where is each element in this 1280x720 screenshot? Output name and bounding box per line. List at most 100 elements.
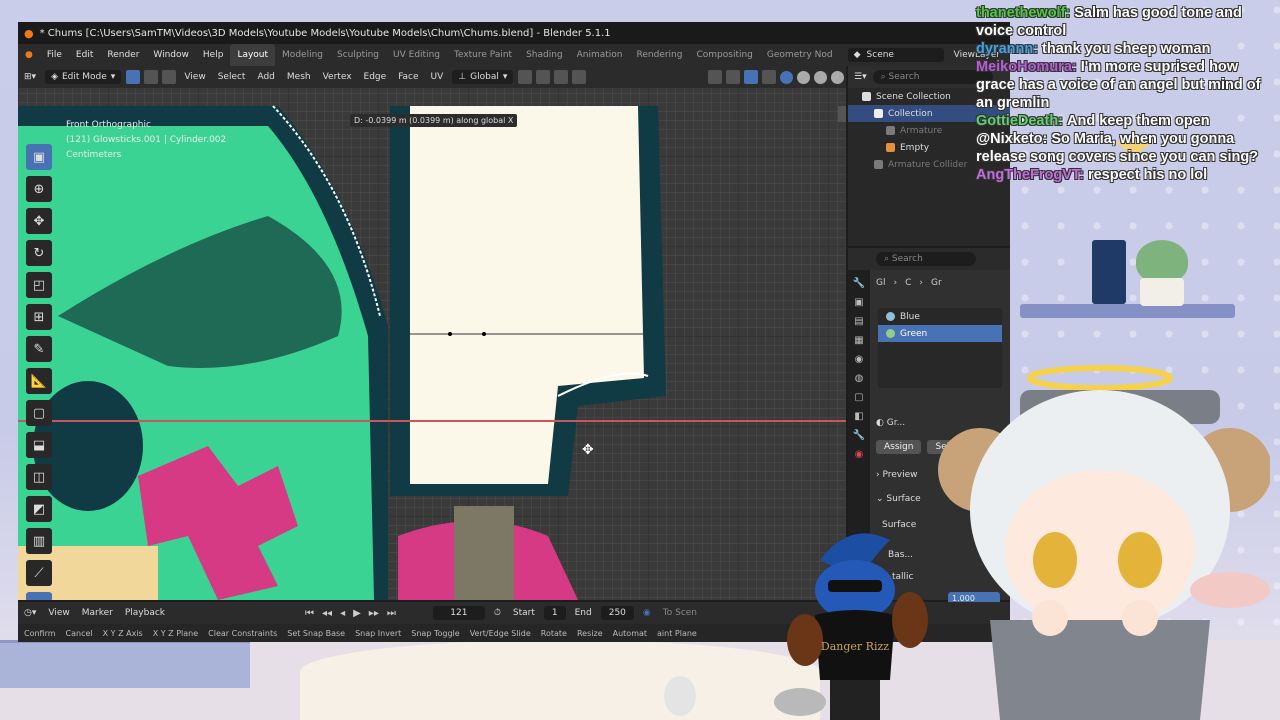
pivot-icon[interactable] <box>518 70 533 84</box>
measure-icon[interactable]: 📐 <box>26 368 52 394</box>
next-keyframe-icon[interactable]: ▸▸ <box>365 608 383 619</box>
menu-render[interactable]: Render <box>100 44 146 66</box>
timeline-menu-playback[interactable]: Playback <box>119 608 171 618</box>
tab-texture-paint[interactable]: Texture Paint <box>447 44 519 66</box>
xray-icon[interactable] <box>762 70 776 84</box>
tool-tab-icon[interactable]: 🔧 <box>853 278 865 289</box>
outliner-editor-icon[interactable]: ☰▾ <box>854 72 867 82</box>
menu-uv[interactable]: UV <box>425 66 450 88</box>
tab-animation[interactable]: Animation <box>570 44 630 66</box>
tab-compositing[interactable]: Compositing <box>689 44 759 66</box>
hand-left <box>1032 600 1068 636</box>
view-layer-tab-icon[interactable]: ▦ <box>854 335 863 346</box>
menu-file[interactable]: File <box>40 44 69 66</box>
chat-message: MeikoHomura: I'm more suprised how grace … <box>976 59 1261 111</box>
object-tab-icon[interactable]: ◧ <box>854 411 863 422</box>
collection-tab-icon[interactable]: ▢ <box>854 392 863 403</box>
scene-tab-icon[interactable]: ◉ <box>855 354 864 365</box>
menu-add[interactable]: Add <box>251 66 280 88</box>
scale-icon[interactable]: ◰ <box>26 272 52 298</box>
jump-start-icon[interactable]: ⏮ <box>301 608 318 619</box>
select-box-icon[interactable]: ▣ <box>26 144 52 170</box>
current-frame-field[interactable]: 121 <box>432 606 485 620</box>
outliner-search[interactable]: ⌕ Search <box>872 70 993 84</box>
overlay-icon[interactable] <box>744 70 758 84</box>
tab-shading[interactable]: Shading <box>519 44 570 66</box>
output-tab-icon[interactable]: ▤ <box>854 316 863 327</box>
menu-face[interactable]: Face <box>392 66 424 88</box>
modifier-tab-icon[interactable]: 🔧 <box>853 430 865 441</box>
scene-selector[interactable]: ◆ Scene <box>847 48 944 62</box>
assign-button[interactable]: Assign <box>876 440 922 454</box>
orientation-label: Global <box>470 72 499 82</box>
move-icon[interactable]: ✥ <box>26 208 52 234</box>
knife-icon[interactable]: ⟋ <box>26 560 52 586</box>
tab-modeling[interactable]: Modeling <box>275 44 330 66</box>
cursor-icon[interactable]: ⊕ <box>26 176 52 202</box>
extrude-icon[interactable]: ⬓ <box>26 432 52 458</box>
transform-icon[interactable]: ⊞ <box>26 304 52 330</box>
3d-viewport[interactable]: ⊞▾ ◈ Edit Mode ▾ View Select Add Mesh Ver… <box>18 66 846 600</box>
loop-cut-icon[interactable]: ▥ <box>26 528 52 554</box>
menu-select[interactable]: Select <box>212 66 252 88</box>
menu-view[interactable]: View <box>178 66 211 88</box>
properties-search[interactable]: ⌕ Search <box>876 252 976 266</box>
material-selector[interactable]: ◐ Gr... <box>876 418 905 428</box>
jump-end-icon[interactable]: ⏭ <box>383 608 400 619</box>
gizmo-icon[interactable] <box>726 70 740 84</box>
play-reverse-icon[interactable]: ◂ <box>336 608 349 619</box>
face-select-icon[interactable] <box>162 70 177 84</box>
timeline-menu-marker[interactable]: Marker <box>76 608 119 618</box>
menu-help[interactable]: Help <box>196 44 231 66</box>
visibility-icon[interactable] <box>708 70 722 84</box>
keying-icon[interactable]: ◉ <box>637 608 657 618</box>
orientation-selector[interactable]: ⊥ Global ▾ <box>452 70 514 84</box>
sidebar-toggle[interactable] <box>838 106 846 122</box>
poly-build-icon[interactable]: ◆ <box>26 592 52 600</box>
material-shading-icon[interactable] <box>814 70 827 84</box>
material-slot-blue[interactable]: Blue <box>878 308 1002 325</box>
blender-menu-icon[interactable]: ● <box>18 44 40 66</box>
preview-section[interactable]: › Preview <box>876 470 918 480</box>
timeline-editor-icon[interactable]: ◷▾ <box>18 608 42 618</box>
render-tab-icon[interactable]: ▣ <box>854 297 863 308</box>
play-icon[interactable]: ▶ <box>349 608 365 619</box>
tab-rendering[interactable]: Rendering <box>630 44 690 66</box>
menu-edge[interactable]: Edge <box>358 66 393 88</box>
add-cube-icon[interactable]: ▢ <box>26 400 52 426</box>
world-tab-icon[interactable]: ◍ <box>855 373 864 384</box>
timeline-menu-view[interactable]: View <box>42 608 75 618</box>
snap-target-icon[interactable] <box>554 70 569 84</box>
material-tab-icon[interactable]: ◉ <box>855 449 864 460</box>
rendered-shading-icon[interactable] <box>831 70 844 84</box>
tab-sculpting[interactable]: Sculpting <box>330 44 386 66</box>
annotate-icon[interactable]: ✎ <box>26 336 52 362</box>
tab-layout[interactable]: Layout <box>230 44 276 66</box>
menu-window[interactable]: Window <box>146 44 196 66</box>
proportional-edit-icon[interactable] <box>572 70 587 84</box>
edge-select-icon[interactable] <box>144 70 159 84</box>
menu-vertex[interactable]: Vertex <box>317 66 358 88</box>
menu-edit[interactable]: Edit <box>69 44 100 66</box>
menu-mesh[interactable]: Mesh <box>281 66 317 88</box>
status-snap-base: Set Snap Base <box>287 628 346 638</box>
end-frame-field[interactable]: 250 <box>600 606 634 620</box>
rotate-icon[interactable]: ↻ <box>26 240 52 266</box>
wireframe-shading-icon[interactable] <box>780 70 793 84</box>
tab-uv-editing[interactable]: UV Editing <box>386 44 447 66</box>
prev-keyframe-icon[interactable]: ◂◂ <box>318 608 336 619</box>
vertex-select-icon[interactable] <box>126 70 141 84</box>
inset-icon[interactable]: ◫ <box>26 464 52 490</box>
mode-selector[interactable]: ◈ Edit Mode ▾ <box>45 70 122 84</box>
material-slot-green[interactable]: Green <box>878 325 1002 342</box>
surface-section[interactable]: ⌄ Surface <box>876 494 921 504</box>
editor-type-icon[interactable]: ⊞▾ <box>18 66 42 88</box>
halo <box>1027 365 1173 391</box>
shelf <box>1020 304 1235 318</box>
solid-shading-icon[interactable] <box>797 70 810 84</box>
stopwatch-icon[interactable]: ⏱ <box>488 608 507 618</box>
tab-geometry-nodes[interactable]: Geometry Nod <box>760 44 840 66</box>
snap-icon[interactable] <box>536 70 551 84</box>
start-frame-field[interactable]: 1 <box>543 606 566 620</box>
bevel-icon[interactable]: ◩ <box>26 496 52 522</box>
